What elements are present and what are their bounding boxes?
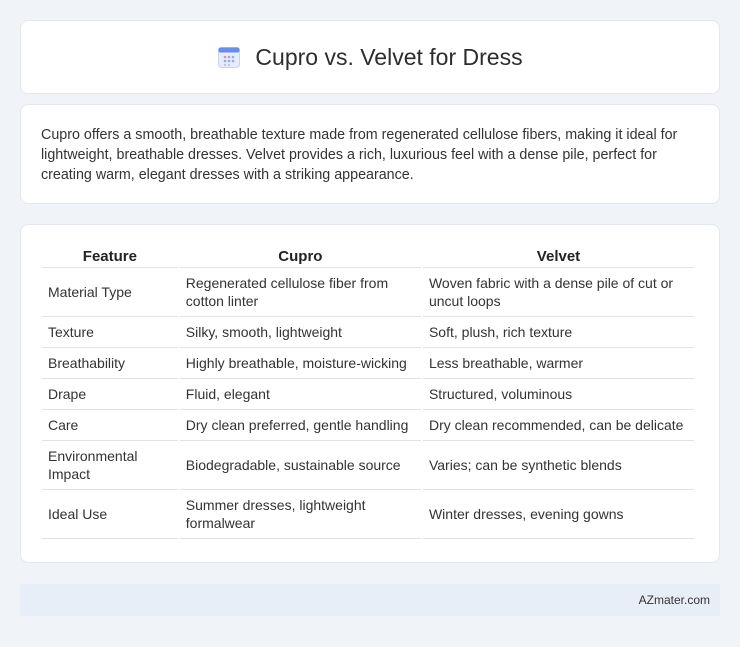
feature-cell: Breathability [42, 348, 178, 379]
calendar-icon [217, 45, 241, 69]
table-row: Ideal Use Summer dresses, lightweight fo… [42, 490, 694, 539]
header-feature: Feature [42, 246, 178, 268]
title-wrap: Cupro vs. Velvet for Dress [217, 43, 523, 71]
cupro-cell: Dry clean preferred, gentle handling [179, 410, 421, 441]
header-cupro: Cupro [179, 246, 421, 268]
comparison-card: Feature Cupro Velvet Material Type Regen… [20, 224, 720, 563]
cupro-cell: Fluid, elegant [179, 379, 421, 410]
cupro-cell: Highly breathable, moisture-wicking [179, 348, 421, 379]
velvet-cell: Structured, voluminous [422, 379, 694, 410]
feature-cell: Drape [42, 379, 178, 410]
table-row: Breathability Highly breathable, moistur… [42, 348, 694, 379]
footer-bar: AZmater.com [20, 584, 720, 616]
table-row: Material Type Regenerated cellulose fibe… [42, 268, 694, 317]
table-row: Environmental Impact Biodegradable, sust… [42, 441, 694, 490]
velvet-cell: Dry clean recommended, can be delicate [422, 410, 694, 441]
feature-cell: Care [42, 410, 178, 441]
comparison-table: Feature Cupro Velvet Material Type Regen… [40, 246, 696, 539]
feature-cell: Ideal Use [42, 490, 178, 539]
feature-cell: Texture [42, 317, 178, 348]
cupro-cell: Silky, smooth, lightweight [179, 317, 421, 348]
cupro-cell: Biodegradable, sustainable source [179, 441, 421, 490]
cupro-cell: Summer dresses, lightweight formalwear [179, 490, 421, 539]
table-header-row: Feature Cupro Velvet [42, 246, 694, 268]
feature-cell: Environmental Impact [42, 441, 178, 490]
velvet-cell: Varies; can be synthetic blends [422, 441, 694, 490]
page-title: Cupro vs. Velvet for Dress [255, 43, 523, 70]
table-row: Care Dry clean preferred, gentle handlin… [42, 410, 694, 441]
intro-text: Cupro offers a smooth, breathable textur… [41, 127, 678, 183]
velvet-cell: Less breathable, warmer [422, 348, 694, 379]
table-row: Texture Silky, smooth, lightweight Soft,… [42, 317, 694, 348]
feature-cell: Material Type [42, 268, 178, 317]
cupro-cell: Regenerated cellulose fiber from cotton … [179, 268, 421, 317]
intro-card: Cupro offers a smooth, breathable textur… [20, 104, 720, 204]
table-row: Drape Fluid, elegant Structured, volumin… [42, 379, 694, 410]
velvet-cell: Woven fabric with a dense pile of cut or… [422, 268, 694, 317]
header-velvet: Velvet [422, 246, 694, 268]
footer-site-link[interactable]: AZmater.com [639, 593, 710, 607]
velvet-cell: Winter dresses, evening gowns [422, 490, 694, 539]
title-card: Cupro vs. Velvet for Dress [20, 20, 720, 94]
velvet-cell: Soft, plush, rich texture [422, 317, 694, 348]
